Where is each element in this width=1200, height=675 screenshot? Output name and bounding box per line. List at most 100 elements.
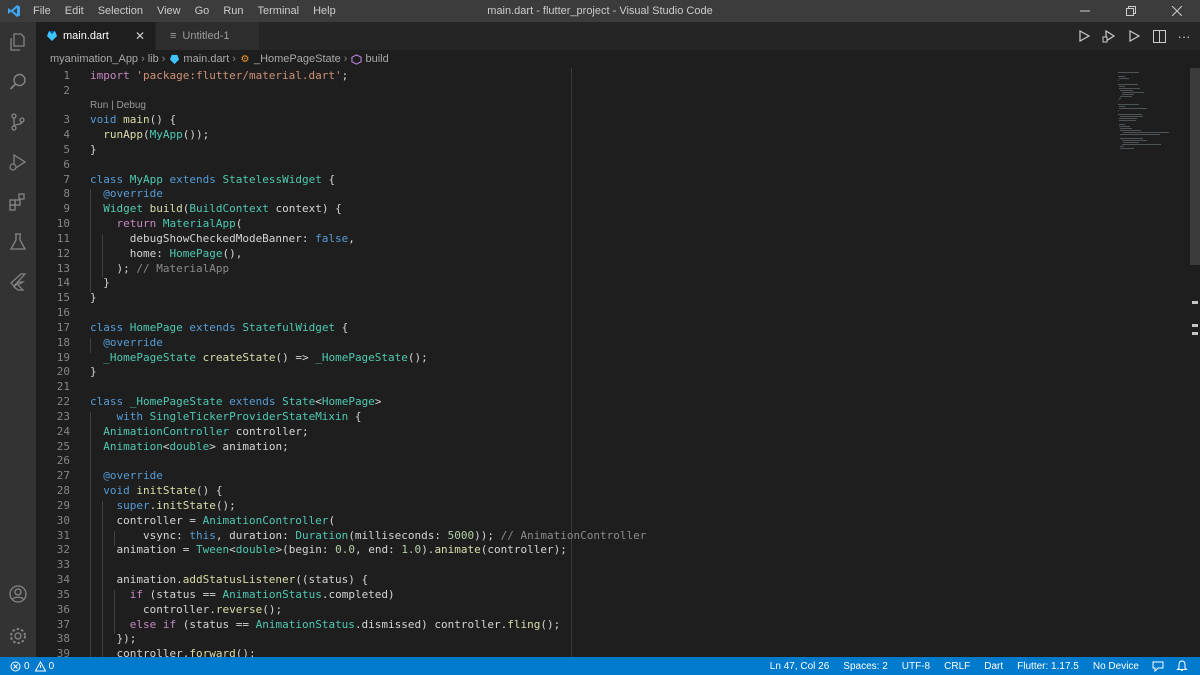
code-line[interactable]: 30 controller = AnimationController( xyxy=(36,513,1116,528)
code-line[interactable]: 9 Widget build(BuildContext context) { xyxy=(36,201,1116,216)
restore-icon[interactable] xyxy=(1108,0,1154,22)
code-line[interactable]: 4 runApp(MyApp()); xyxy=(36,127,1116,142)
problems-indicator[interactable]: 0 0 xyxy=(0,660,54,672)
line-number: 10 xyxy=(56,217,70,230)
code-line[interactable]: 22 class _HomePageState extends State<Hom… xyxy=(36,394,1116,409)
search-icon[interactable] xyxy=(0,62,36,102)
menu-item-run[interactable]: Run xyxy=(216,0,250,22)
code-line[interactable]: 20} xyxy=(36,364,1116,379)
code-line[interactable]: 5} xyxy=(36,142,1116,157)
run-debug-icon[interactable] xyxy=(0,142,36,182)
code-editor[interactable]: Run | Debug 1 import 'package:flutter/mat… xyxy=(36,68,1200,657)
code-line[interactable]: 3 void main() { xyxy=(36,112,1116,127)
menu-item-go[interactable]: Go xyxy=(188,0,217,22)
code-line[interactable]: 6 xyxy=(36,157,1116,172)
code-line[interactable]: 36 controller.reverse(); xyxy=(36,602,1116,617)
code-line[interactable]: 35 if (status == AnimationStatus.complet… xyxy=(36,587,1116,602)
vertical-scrollbar[interactable] xyxy=(1190,68,1200,657)
tab-untitled-1[interactable]: ≡ Untitled-1 xyxy=(155,22,259,50)
code-token: controller; xyxy=(229,425,309,438)
code-line[interactable]: 24 AnimationController controller; xyxy=(36,424,1116,439)
notifications-bell-icon[interactable] xyxy=(1170,660,1194,672)
more-actions-icon[interactable]: ··· xyxy=(1176,28,1192,44)
debug-icon[interactable] xyxy=(1101,28,1117,44)
code-token: forward xyxy=(189,647,236,657)
menu-item-help[interactable]: Help xyxy=(306,0,343,22)
code-line[interactable]: 7 class MyApp extends StatelessWidget { xyxy=(36,172,1116,187)
breadcrumb-item-class[interactable]: _HomePageState xyxy=(254,53,341,65)
code-line[interactable]: 11 debugShowCheckedModeBanner: false, xyxy=(36,231,1116,246)
code-line[interactable]: 27 @override xyxy=(36,468,1116,483)
code-line[interactable]: 1 import 'package:flutter/material.dart'; xyxy=(36,68,1116,83)
code-line[interactable]: 19 _HomePageState createState() => _Home… xyxy=(36,350,1116,365)
breadcrumb-item-folder[interactable]: myanimation_App xyxy=(50,53,138,65)
split-editor-icon[interactable] xyxy=(1151,28,1167,44)
code-line[interactable]: 39 controller.forward(); xyxy=(36,646,1116,657)
run-icon[interactable] xyxy=(1076,28,1092,44)
code-line[interactable]: 15} xyxy=(36,290,1116,305)
minimize-icon[interactable] xyxy=(1062,0,1108,22)
end-of-line[interactable]: CRLF xyxy=(937,661,977,672)
line-number: 37 xyxy=(56,618,70,631)
code-token: vsync: xyxy=(90,529,190,542)
close-tab-icon[interactable]: ✕ xyxy=(135,29,145,43)
code-line[interactable]: 2 xyxy=(36,83,1116,98)
feedback-icon[interactable] xyxy=(1146,660,1170,672)
encoding[interactable]: UTF-8 xyxy=(895,661,937,672)
code-text: } xyxy=(90,290,97,305)
breadcrumb-item-file[interactable]: main.dart xyxy=(183,53,229,65)
code-text: ); // MaterialApp xyxy=(90,261,229,276)
extensions-icon[interactable] xyxy=(0,182,36,222)
code-line[interactable]: 28 void initState() { xyxy=(36,483,1116,498)
cursor-position[interactable]: Ln 47, Col 26 xyxy=(763,661,837,672)
close-icon[interactable] xyxy=(1154,0,1200,22)
code-line[interactable]: 18 @override xyxy=(36,335,1116,350)
code-line[interactable]: 12 home: HomePage(), xyxy=(36,246,1116,261)
code-line[interactable]: 16 xyxy=(36,305,1116,320)
code-token: () => xyxy=(275,351,316,364)
code-line[interactable]: 13 ); // MaterialApp xyxy=(36,261,1116,276)
breadcrumb-item-method[interactable]: build xyxy=(365,53,388,65)
code-line[interactable]: 14 } xyxy=(36,275,1116,290)
code-line[interactable]: 26 xyxy=(36,453,1116,468)
code-line[interactable]: 23 with SingleTickerProviderStateMixin { xyxy=(36,409,1116,424)
code-line[interactable]: 10 return MaterialApp( xyxy=(36,216,1116,231)
indentation[interactable]: Spaces: 2 xyxy=(836,661,894,672)
device-selector[interactable]: No Device xyxy=(1086,661,1146,672)
flutter-version[interactable]: Flutter: 1.17.5 xyxy=(1010,661,1086,672)
menu-item-file[interactable]: File xyxy=(28,0,58,22)
minimap-line xyxy=(1119,78,1130,79)
code-line[interactable]: 8 @override xyxy=(36,186,1116,201)
explorer-icon[interactable] xyxy=(0,22,36,62)
code-line[interactable]: 31 vsync: this, duration: Duration(milli… xyxy=(36,528,1116,543)
code-line[interactable]: 32 animation = Tween<double>(begin: 0.0,… xyxy=(36,542,1116,557)
code-line[interactable]: 33 xyxy=(36,557,1116,572)
code-line[interactable]: 37 else if (status == AnimationStatus.di… xyxy=(36,617,1116,632)
code-line[interactable]: 34 animation.addStatusListener((status) … xyxy=(36,572,1116,587)
tab-main-dart[interactable]: main.dart ✕ xyxy=(36,22,155,50)
code-line[interactable]: 38 }); xyxy=(36,631,1116,646)
testing-flask-icon[interactable] xyxy=(0,222,36,262)
scrollbar-thumb[interactable] xyxy=(1190,68,1200,265)
breadcrumb-item-lib[interactable]: lib xyxy=(148,53,159,65)
source-control-icon[interactable] xyxy=(0,102,36,142)
account-icon[interactable] xyxy=(0,574,36,614)
menu-item-view[interactable]: View xyxy=(150,0,188,22)
code-token: extends xyxy=(229,395,283,408)
menu-item-edit[interactable]: Edit xyxy=(58,0,91,22)
code-token: )); xyxy=(474,529,501,542)
code-line[interactable]: 21 xyxy=(36,379,1116,394)
menu-item-selection[interactable]: Selection xyxy=(91,0,150,22)
codelens-run-debug[interactable]: Run | Debug xyxy=(90,99,146,112)
run-file-icon[interactable] xyxy=(1126,28,1142,44)
code-line[interactable]: 25 Animation<double> animation; xyxy=(36,439,1116,454)
code-line[interactable]: 17 class HomePage extends StatefulWidget … xyxy=(36,320,1116,335)
language-mode[interactable]: Dart xyxy=(977,661,1010,672)
code-line[interactable]: 29 super.initState(); xyxy=(36,498,1116,513)
minimap[interactable] xyxy=(1118,68,1188,657)
flutter-icon[interactable] xyxy=(0,262,36,302)
settings-gear-icon[interactable] xyxy=(0,616,36,656)
menu-item-terminal[interactable]: Terminal xyxy=(251,0,307,22)
